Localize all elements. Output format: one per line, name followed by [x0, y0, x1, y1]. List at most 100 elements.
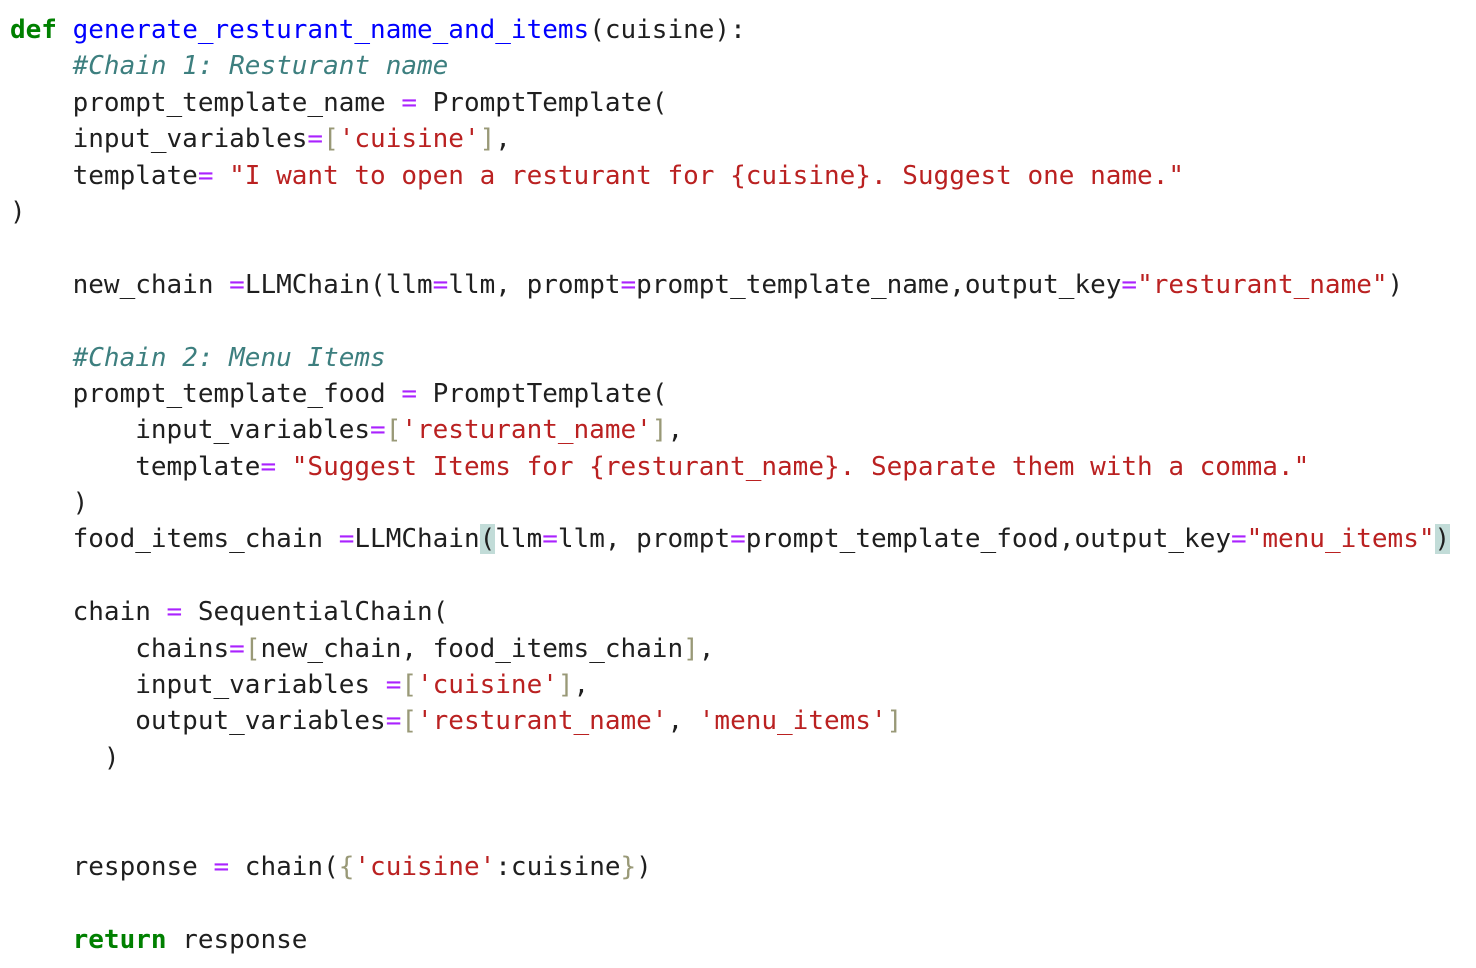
code-text: PromptTemplate( [417, 87, 668, 118]
matched-paren-highlight: ) [1434, 524, 1451, 555]
operator: = [1121, 269, 1138, 300]
operator: = [1231, 524, 1247, 555]
bracket: [ [401, 670, 417, 701]
string-literal: 'menu_items' [698, 706, 887, 737]
code-text: , [698, 633, 715, 664]
code-text: , [495, 124, 511, 155]
code-line: #Chain 2: Menu Items [10, 340, 1450, 376]
bracket: { [338, 851, 355, 882]
code-text: ) [10, 196, 26, 227]
code-line: chains=[new_chain, food_items_chain], [10, 631, 1450, 667]
code-text: , [667, 415, 684, 446]
code-line: template= "I want to open a resturant fo… [10, 158, 1450, 194]
operator: = [385, 706, 402, 737]
bracket: [ [244, 633, 261, 664]
code-text: chain( [229, 851, 339, 882]
string-literal: "menu_items" [1246, 524, 1435, 555]
code-text: output_variables [10, 706, 386, 737]
code-text: new_chain, food_items_chain [260, 633, 684, 664]
keyword: return [72, 924, 167, 955]
operator: = [432, 269, 449, 300]
code-line: input_variables=['cuisine'], [10, 121, 1450, 157]
operator: = [401, 87, 417, 118]
code-text: ) [636, 851, 652, 882]
operator: = [401, 378, 417, 409]
operator: = [307, 124, 324, 155]
code-text: input_variables [10, 415, 371, 446]
operator: = [730, 524, 746, 555]
code-text: llm [495, 524, 543, 555]
code-line: chain = SequentialChain( [10, 594, 1450, 630]
code-text: chains [10, 633, 230, 664]
code-line: response = chain({'cuisine':cuisine}) [10, 849, 1450, 885]
code-text: ) [1387, 269, 1404, 300]
code-line: prompt_template_name = PromptTemplate( [10, 85, 1450, 121]
bracket: ] [557, 670, 574, 701]
bracket: ] [683, 633, 699, 664]
operator: = [620, 269, 637, 300]
operator: = [260, 451, 277, 482]
code-line: ) [10, 194, 1450, 230]
bracket: ] [886, 706, 903, 737]
operator: = [542, 524, 558, 555]
operator: = [229, 269, 245, 300]
code-text: llm, prompt [448, 269, 621, 300]
code-line: return response [10, 922, 1450, 958]
code-line: template= "Suggest Items for {resturant_… [10, 449, 1450, 485]
code-text: prompt_template_name [10, 87, 402, 118]
operator: = [213, 851, 230, 882]
bracket: [ [385, 415, 402, 446]
code-line: new_chain =LLMChain(llm=llm, prompt=prom… [10, 267, 1450, 303]
code-text: (cuisine): [589, 15, 746, 45]
string-literal: 'cuisine' [417, 670, 558, 701]
bracket: [ [401, 706, 417, 737]
code-line: def generate_resturant_name_and_items(cu… [10, 12, 1450, 48]
code-text: ) [10, 488, 89, 519]
code-line: output_variables=['resturant_name', 'men… [10, 703, 1450, 739]
string-literal: 'resturant_name' [417, 706, 668, 737]
operator: = [197, 160, 214, 191]
string-literal: 'resturant_name' [401, 415, 652, 446]
keyword: def [10, 15, 57, 45]
code-text: prompt_template_food [10, 378, 402, 409]
code-line: input_variables=['resturant_name'], [10, 412, 1450, 448]
code-text: input_variables [10, 670, 386, 701]
code-text: PromptTemplate( [417, 378, 668, 409]
code-line: ) [10, 485, 1450, 521]
code-line: food_items_chain =LLMChain(llm=llm, prom… [10, 521, 1451, 557]
code-text: prompt_template_food,output_key [745, 524, 1232, 555]
code-line: #Chain 1: Resturant name [10, 48, 1450, 84]
code-text: , [573, 670, 590, 701]
operator: = [166, 597, 183, 628]
code-text: template [10, 160, 198, 191]
code-text: , [667, 706, 699, 737]
string-literal: 'cuisine' [354, 851, 496, 882]
code-line: input_variables =['cuisine'], [10, 667, 1450, 703]
string-literal: 'cuisine' [338, 124, 480, 155]
code-text: template [10, 451, 261, 482]
matched-paren-highlight: ( [479, 524, 496, 555]
bracket: [ [323, 124, 339, 155]
code-text: input_variables [10, 124, 308, 155]
code-text: new_chain [10, 269, 230, 300]
code-text: food_items_chain [10, 524, 339, 555]
bracket: } [620, 851, 637, 882]
code-text: :cuisine [495, 851, 621, 882]
code-text: SequentialChain( [182, 597, 449, 628]
function-name: generate_resturant_name_and_items [72, 15, 590, 45]
code-line: ) [10, 740, 1450, 776]
comment: #Chain 1: Resturant name [72, 51, 449, 82]
code-text: LLMChain [354, 524, 480, 555]
code-editor[interactable]: def generate_resturant_name_and_items(cu… [10, 12, 1451, 958]
code-line: prompt_template_food = PromptTemplate( [10, 376, 1450, 412]
